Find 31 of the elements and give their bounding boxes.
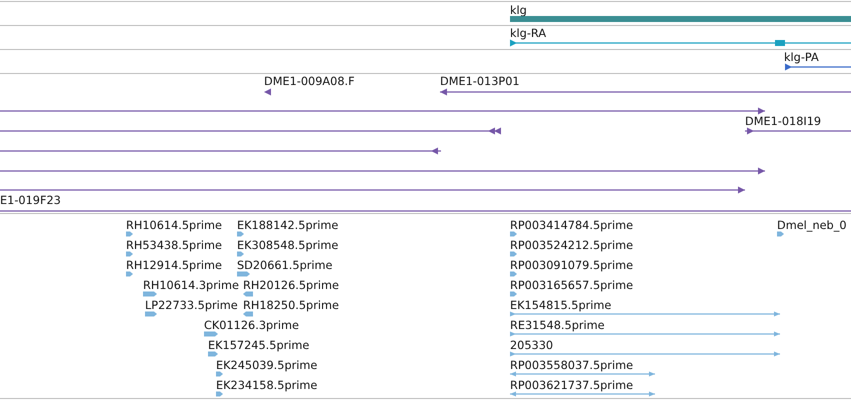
- feature-label: RP003621737.5prime: [510, 379, 634, 392]
- feature-label: klg-RA: [510, 27, 546, 40]
- feature-label: RH12914.5prime: [126, 259, 222, 272]
- feature-label: DME1-018I19: [745, 115, 822, 128]
- feature-label: RH18250.5prime: [243, 299, 339, 312]
- feature-label: RP003414784.5prime: [510, 219, 634, 232]
- feature-label: 205330: [510, 339, 554, 352]
- feature-label: RP003524212.5prime: [510, 239, 634, 252]
- feature-label: DME1-009A08.F: [264, 75, 355, 88]
- feature-label: EK157245.5prime: [208, 339, 310, 352]
- feature-label: EK245039.5prime: [216, 359, 318, 372]
- feature-label: RP003165657.5prime: [510, 279, 634, 292]
- feature-label: RH10614.3prime: [143, 279, 239, 292]
- feature-label: E1-019F23: [0, 194, 61, 207]
- feature-label: LP22733.5prime: [145, 299, 238, 312]
- feature-label: EK154815.5prime: [510, 299, 612, 312]
- feature-label: CK01126.3prime: [204, 319, 299, 332]
- feature-label: EK308548.5prime: [237, 239, 338, 252]
- feature-label: klg-PA: [784, 51, 819, 64]
- feature-label: Dmel_neb_0: [777, 219, 847, 232]
- feature-label: RP003558037.5prime: [510, 359, 634, 372]
- feature-label: EK234158.5prime: [216, 379, 318, 392]
- feature-label: RH53438.5prime: [126, 239, 222, 252]
- feature-label: RP003091079.5prime: [510, 259, 634, 272]
- feature-label: EK188142.5prime: [237, 219, 338, 232]
- feature-label: klg: [510, 4, 527, 17]
- feature-label: DME1-013P01: [440, 75, 520, 88]
- feature-label: SD20661.5prime: [237, 259, 332, 272]
- feature-label: RH20126.5prime: [243, 279, 339, 292]
- feature-label: RE31548.5prime: [510, 319, 605, 332]
- feature-label: RH10614.5prime: [126, 219, 222, 232]
